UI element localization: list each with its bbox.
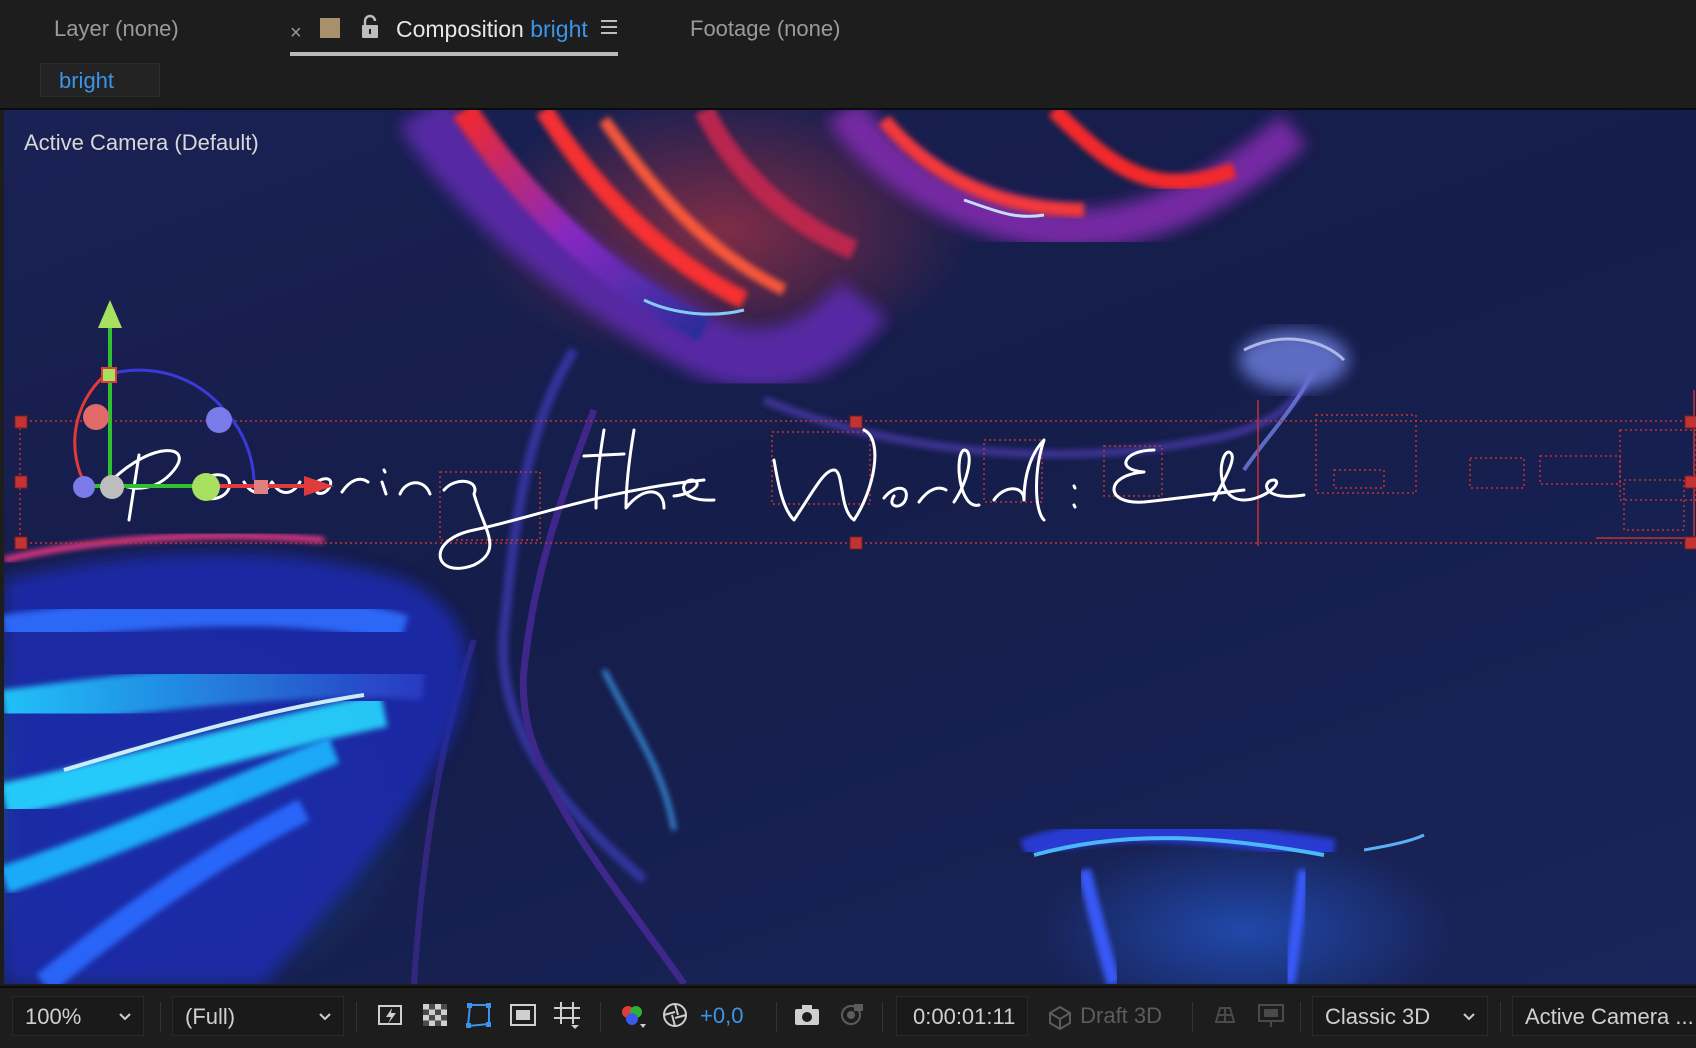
toolbar-divider — [356, 1002, 357, 1032]
toolbar-divider — [776, 1002, 777, 1032]
transparency-grid-icon[interactable] — [420, 1000, 450, 1030]
panel-menu-icon[interactable] — [600, 18, 618, 36]
current-time-display[interactable]: 0:00:01:11 — [896, 996, 1028, 1036]
breadcrumb[interactable]: bright — [40, 63, 160, 97]
resolution-dropdown[interactable]: (Full) — [172, 996, 344, 1036]
draft3d-label: Draft 3D — [1080, 1003, 1163, 1028]
lock-icon[interactable] — [360, 14, 380, 40]
tab-composition[interactable]: × Composition bright — [290, 8, 618, 56]
active-camera-label: Active Camera (Default) — [24, 130, 259, 155]
renderer-value: Classic 3D — [1325, 1004, 1431, 1029]
3d-ground-plane-icon[interactable] — [1210, 1000, 1240, 1030]
channel-icon[interactable] — [618, 1000, 648, 1030]
label-swatch — [320, 18, 340, 38]
composition-name: bright — [530, 16, 588, 42]
viewer-tab-bar: Layer (none) × Composition bright Footag… — [0, 0, 1696, 60]
zoom-value: 100% — [25, 1004, 82, 1029]
chevron-down-icon — [319, 1013, 331, 1021]
composition-navigator: bright — [0, 60, 1696, 110]
toolbar-divider — [1300, 1002, 1301, 1032]
tab-footage[interactable]: Footage (none) — [690, 14, 840, 44]
close-icon[interactable]: × — [290, 18, 302, 48]
chevron-down-icon — [119, 1013, 131, 1021]
draft3d-icon — [1049, 1006, 1071, 1031]
3d-axis-gizmo — [73, 300, 334, 501]
composition-tab-title: Composition bright — [396, 14, 588, 44]
draft-3d-toggle[interactable]: Draft 3D — [1046, 996, 1162, 1036]
region-of-interest-icon[interactable] — [508, 1000, 538, 1030]
toolbar-divider — [160, 1002, 161, 1032]
3d-view-dropdown[interactable]: Active Camera ... — [1512, 996, 1696, 1036]
renderer-dropdown[interactable]: Classic 3D — [1312, 996, 1488, 1036]
zoom-dropdown[interactable]: 100% — [12, 996, 144, 1036]
resolution-value: (Full) — [185, 1004, 236, 1029]
toolbar-divider — [600, 1002, 601, 1032]
grid-guides-icon[interactable] — [552, 1000, 582, 1030]
toolbar-divider — [1192, 1002, 1193, 1032]
abstract-wisp — [1239, 330, 1349, 472]
exposure-icon[interactable] — [660, 1000, 690, 1030]
fast-previews-icon[interactable] — [376, 1000, 406, 1030]
composition-prefix: Composition — [396, 16, 524, 42]
mask-visibility-icon[interactable] — [464, 1000, 494, 1030]
toolbar-divider — [1500, 1002, 1501, 1032]
toolbar-divider — [882, 1002, 883, 1032]
abstract-tubes-top — [398, 110, 1308, 389]
show-snapshot-icon[interactable] — [836, 1000, 866, 1030]
chevron-down-icon — [1463, 1013, 1475, 1021]
viewer-toolbar: 100% (Full) +0,0 0:00:01:11 Draft 3D Cla… — [0, 986, 1696, 1048]
viewer-render — [4, 110, 1696, 984]
abstract-tubes-bottom-right — [1020, 820, 1425, 984]
composition-viewer[interactable]: Active Camera (Default) — [4, 110, 1696, 984]
abstract-tubes-bottom-left — [4, 533, 468, 984]
snapshot-icon[interactable] — [792, 1000, 822, 1030]
extended-viewer-icon[interactable] — [1256, 1000, 1286, 1030]
tab-layer[interactable]: Layer (none) — [54, 14, 179, 44]
exposure-value[interactable]: +0,0 — [700, 996, 743, 1036]
text-layer-guides — [1257, 390, 1696, 546]
abstract-strands — [411, 347, 1318, 984]
